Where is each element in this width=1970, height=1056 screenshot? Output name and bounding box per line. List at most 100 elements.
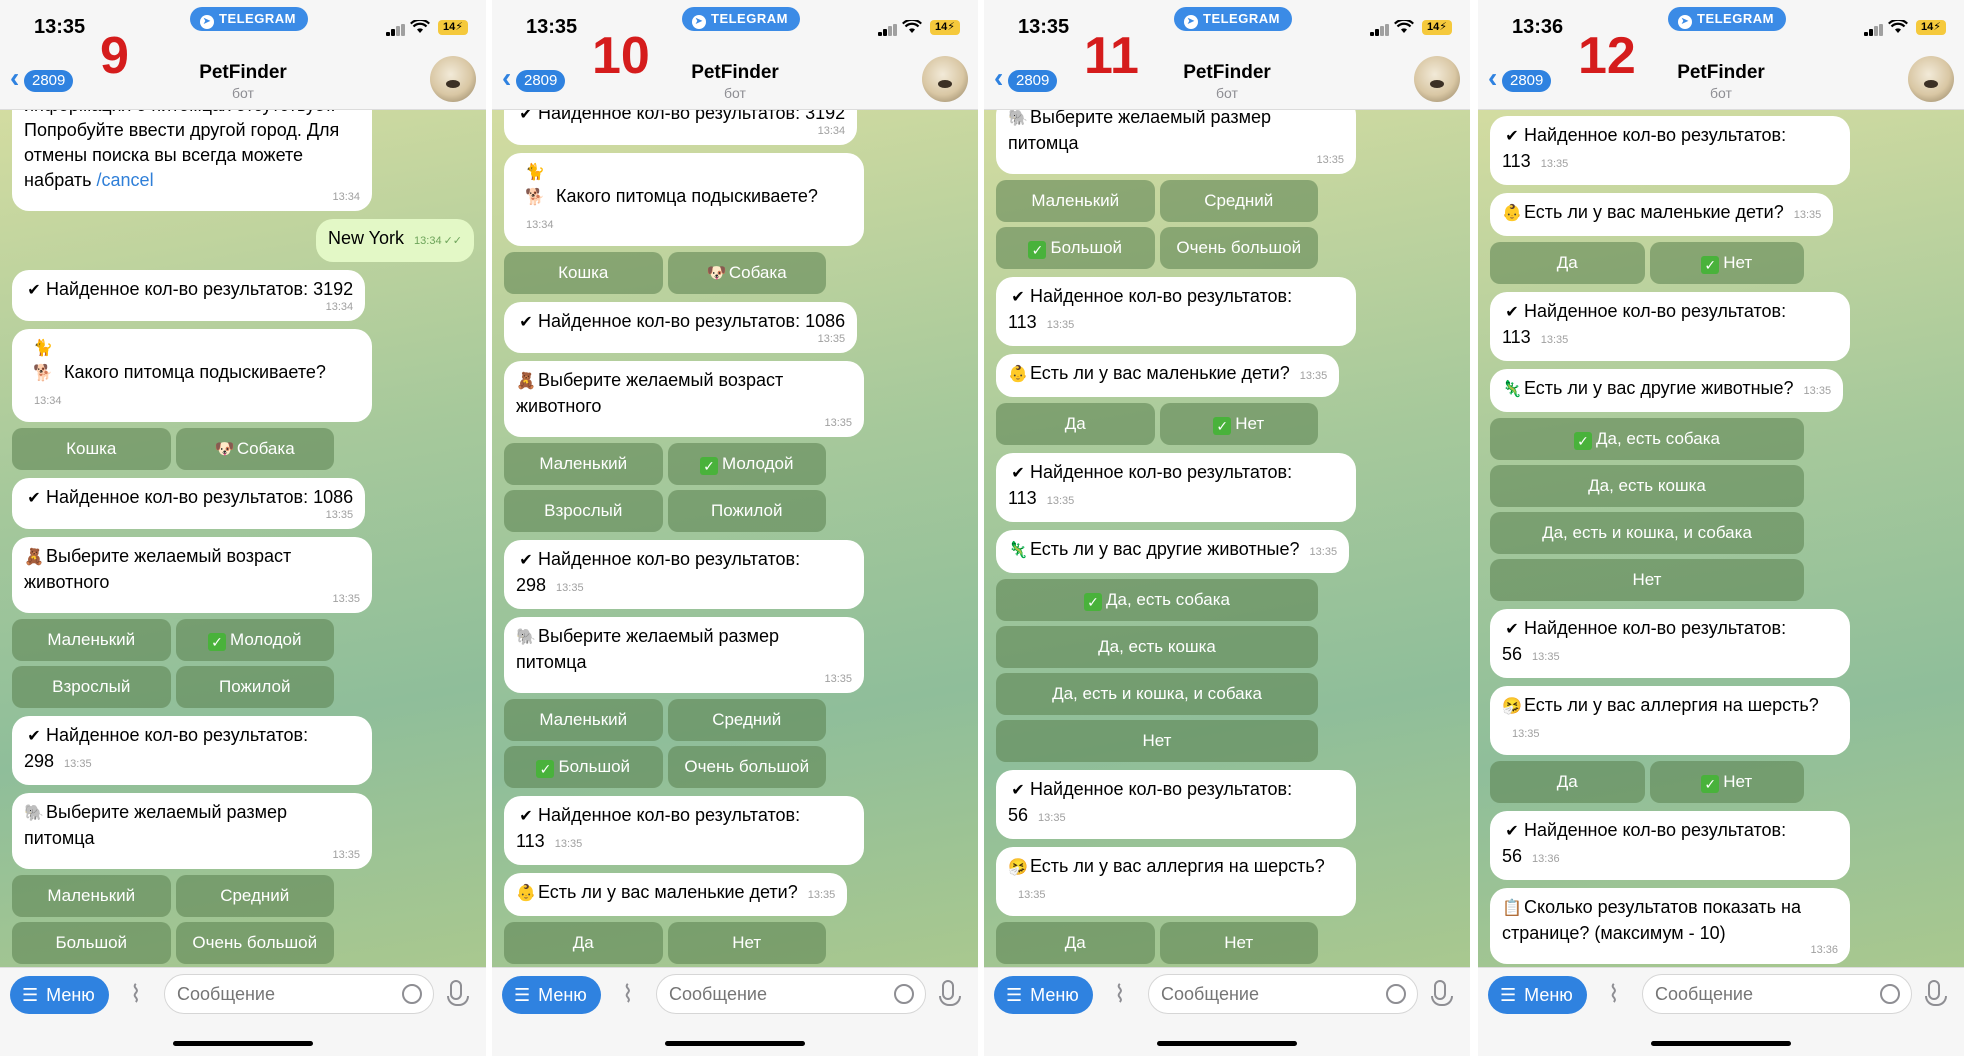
bot-message: 👶 Есть ли у вас маленькие дети? 13:35 <box>504 873 848 916</box>
message-time: 13:35 <box>824 417 852 429</box>
chat-subtitle: бот <box>1216 85 1238 101</box>
keyboard-button[interactable]: Да <box>1490 761 1645 803</box>
keyboard-button[interactable]: Кошка <box>504 252 663 294</box>
sticker-icon[interactable] <box>894 984 914 1004</box>
message-input[interactable] <box>1148 974 1418 1014</box>
cancel-command-link[interactable]: /cancel <box>97 170 154 190</box>
signal-icon <box>1864 24 1884 36</box>
microphone-icon[interactable] <box>939 980 961 1006</box>
keyboard-button[interactable]: Нет <box>996 720 1318 762</box>
keyboard-button[interactable]: Средний <box>1159 180 1318 222</box>
keyboard-button[interactable]: Да, есть кошка <box>996 626 1318 668</box>
chat-title[interactable]: PetFinder <box>0 62 486 84</box>
keyboard-button[interactable]: ✓ Да, есть собака <box>1490 418 1804 460</box>
keyboard-button[interactable]: Пожилой <box>175 666 334 708</box>
keyboard-button[interactable]: Очень большой <box>667 746 826 788</box>
keyboard-button[interactable]: ✓ Большой <box>504 746 663 788</box>
keyboard-button[interactable]: Да <box>996 403 1155 445</box>
message-time: 13:34 <box>332 191 360 203</box>
chat-area[interactable]: 🐘Выберите желаемый размер питомца13:35Ма… <box>1478 110 1964 968</box>
keyboard-button[interactable]: Очень большой <box>1159 227 1318 269</box>
keyboard-button[interactable]: 🐶 Собака <box>175 428 334 470</box>
message-input[interactable] <box>656 974 926 1014</box>
keyboard-button[interactable]: 🐶 Собака <box>667 252 826 294</box>
keyboard-button[interactable]: ✓ Нет <box>1649 242 1804 284</box>
keyboard-button[interactable]: Да <box>996 922 1155 964</box>
microphone-icon[interactable] <box>1431 980 1453 1006</box>
keyboard-button-label: Очень большой <box>1176 238 1302 257</box>
keyboard-button[interactable]: Маленький <box>12 875 171 917</box>
keyboard-button[interactable]: Нет <box>1159 922 1318 964</box>
keyboard-button[interactable]: Да <box>504 922 663 964</box>
sticker-icon[interactable] <box>1386 984 1406 1004</box>
message-input[interactable] <box>1642 974 1912 1014</box>
keyboard-button[interactable]: ✓ Молодой <box>175 619 334 661</box>
message-time: 13:35 <box>332 849 360 861</box>
keyboard-button[interactable]: Пожилой <box>667 490 826 532</box>
telegram-badge[interactable]: ➤ TELEGRAM <box>1668 7 1786 31</box>
message-time: 13:35 <box>824 673 852 685</box>
menu-button[interactable]: ☰ Меню <box>10 976 109 1014</box>
keyboard-button-label: Пожилой <box>219 677 291 696</box>
keyboard-button[interactable]: Взрослый <box>504 490 663 532</box>
keyboard-button[interactable]: Да, есть и кошка, и собака <box>996 673 1318 715</box>
message-time: 13:36 <box>1532 853 1560 865</box>
bot-avatar[interactable] <box>1414 56 1460 102</box>
message-time: 13:35 <box>1018 889 1046 901</box>
keyboard-button-label: Собака <box>728 263 787 282</box>
keyboard-button[interactable]: Маленький <box>12 619 171 661</box>
chat-title[interactable]: PetFinder <box>492 62 978 84</box>
chat-title[interactable]: PetFinder <box>1478 62 1964 84</box>
chat-area[interactable]: 🏙В каком городе проживаете?13:33Tyumen13… <box>0 110 486 968</box>
keyboard-button[interactable]: Кошка <box>12 428 171 470</box>
telegram-badge[interactable]: ➤ TELEGRAM <box>1174 7 1292 31</box>
attach-clip-icon[interactable]: ⌇ <box>130 980 142 1009</box>
keyboard-button[interactable]: Взрослый <box>12 666 171 708</box>
attach-clip-icon[interactable]: ⌇ <box>1608 980 1620 1009</box>
keyboard-button[interactable]: Маленький <box>504 443 663 485</box>
bot-message: 🐘 Выберите желаемый размер питомца 13:35 <box>996 110 1356 174</box>
attach-clip-icon[interactable]: ⌇ <box>622 980 634 1009</box>
keyboard-button[interactable]: ✓ Большой <box>996 227 1155 269</box>
keyboard-button[interactable]: Нет <box>1490 559 1804 601</box>
message-input[interactable] <box>164 974 434 1014</box>
keyboard-button[interactable]: ✓ Нет <box>1649 761 1804 803</box>
keyboard-button[interactable]: Да, есть кошка <box>1490 465 1804 507</box>
keyboard-button[interactable]: Нет <box>667 922 826 964</box>
bot-message: 🧸 Выберите желаемый возраст животного 13:3… <box>504 361 864 437</box>
menu-button[interactable]: ☰ Меню <box>994 976 1093 1014</box>
microphone-icon[interactable] <box>447 980 469 1006</box>
keyboard-button[interactable]: Очень большой <box>175 922 334 964</box>
bot-avatar[interactable] <box>430 56 476 102</box>
sticker-icon[interactable] <box>1880 984 1900 1004</box>
message-emoji-icon: ✔ <box>1505 823 1519 840</box>
attach-clip-icon[interactable]: ⌇ <box>1114 980 1126 1009</box>
keyboard-row: Взрослый Пожилой <box>504 490 826 532</box>
chat-area[interactable]: ВзрослыйПожилой✔Найденное кол-во результ… <box>984 110 1470 968</box>
menu-button[interactable]: ☰ Меню <box>1488 976 1587 1014</box>
menu-button[interactable]: ☰ Меню <box>502 976 601 1014</box>
keyboard-button[interactable]: ✓ Молодой <box>667 443 826 485</box>
keyboard-button[interactable]: Средний <box>667 699 826 741</box>
keyboard-button[interactable]: ✓ Да, есть собака <box>996 579 1318 621</box>
wifi-icon <box>410 20 430 33</box>
chat-title[interactable]: PetFinder <box>984 62 1470 84</box>
home-indicator <box>1157 1041 1297 1046</box>
keyboard-button[interactable]: Да, есть и кошка, и собака <box>1490 512 1804 554</box>
keyboard-button[interactable]: Большой <box>12 922 171 964</box>
sticker-icon[interactable] <box>402 984 422 1004</box>
keyboard-button[interactable]: Маленький <box>996 180 1155 222</box>
bot-avatar[interactable] <box>1908 56 1954 102</box>
message-text: Выберите желаемый размер питомца <box>24 802 287 848</box>
telegram-badge[interactable]: ➤ TELEGRAM <box>190 7 308 31</box>
keyboard-button[interactable]: Маленький <box>504 699 663 741</box>
keyboard-button[interactable]: ✓ Нет <box>1159 403 1318 445</box>
keyboard-row: ✓ Большой Очень большой <box>996 227 1318 269</box>
telegram-badge[interactable]: ➤ TELEGRAM <box>682 7 800 31</box>
keyboard-button[interactable]: Средний <box>175 875 334 917</box>
bot-avatar[interactable] <box>922 56 968 102</box>
chat-area[interactable]: Попробуйте ввести другой город. Для отме… <box>492 110 978 968</box>
menu-label: Меню <box>46 985 95 1005</box>
keyboard-button[interactable]: Да <box>1490 242 1645 284</box>
microphone-icon[interactable] <box>1925 980 1947 1006</box>
